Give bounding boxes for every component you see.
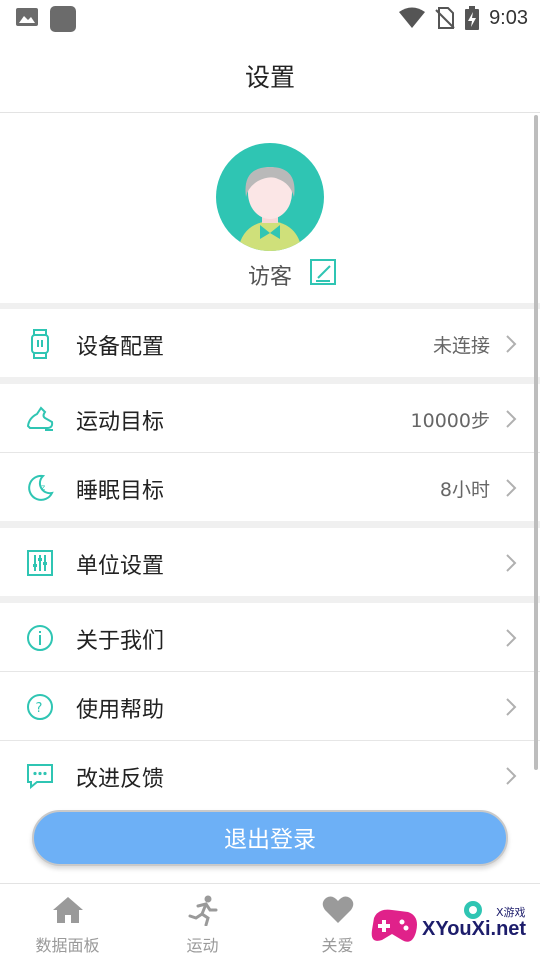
moon-icon: z (28, 474, 54, 501)
logout-button[interactable]: 退出登录 (32, 810, 508, 866)
tab-dashboard-label: 数据面板 (35, 936, 100, 955)
edit-icon[interactable] (310, 259, 336, 285)
equalizer-icon (27, 550, 53, 576)
app-notification-icon (50, 6, 76, 32)
section-gap (0, 377, 540, 384)
sport-goal-label: 运动目标 (76, 410, 165, 435)
chevron-right-icon (506, 629, 517, 647)
profile-section: 访客 (0, 113, 540, 303)
wifi-icon (399, 7, 426, 28)
sleep-goal-row[interactable]: z 睡眠目标 8小时 (0, 453, 540, 521)
no-sim-icon (435, 7, 455, 29)
chevron-right-icon (506, 335, 517, 353)
chevron-right-icon (506, 554, 517, 572)
heart-icon (322, 896, 353, 923)
username: 访客 (248, 265, 293, 290)
chevron-right-icon (506, 479, 517, 497)
watch-icon (31, 329, 49, 359)
unit-settings-row[interactable]: 单位设置 (0, 528, 540, 596)
scrollbar[interactable] (534, 115, 538, 770)
sleep-goal-label: 睡眠目标 (76, 479, 165, 504)
sport-goal-value: 10000步 (410, 410, 490, 432)
battery-charging-icon (465, 6, 480, 30)
page-title: 设置 (244, 63, 295, 92)
help-row[interactable]: ? 使用帮助 (0, 672, 540, 740)
device-config-label: 设备配置 (76, 335, 165, 360)
home-icon (52, 897, 83, 923)
svg-text:z: z (41, 483, 45, 492)
tab-dashboard[interactable]: 数据面板 (0, 884, 135, 961)
gamepad-logo-icon (371, 909, 417, 942)
watermark-text: XYouXi.net (422, 918, 527, 940)
chat-icon (27, 764, 53, 790)
watermark-logo: X游戏 XYouXi.net (368, 896, 538, 956)
chevron-right-icon (506, 767, 517, 785)
status-icons: 9:03 (399, 5, 528, 31)
section-gap (0, 596, 540, 603)
avatar-illustration-icon (238, 167, 302, 251)
shoe-icon (26, 406, 54, 431)
tab-sport[interactable]: 运动 (135, 884, 270, 961)
feedback-label: 改进反馈 (76, 767, 165, 792)
device-config-row[interactable]: 设备配置 未连接 (0, 309, 540, 377)
feedback-row[interactable]: 改进反馈 (0, 741, 540, 809)
unit-settings-label: 单位设置 (76, 554, 165, 579)
help-label: 使用帮助 (76, 698, 165, 723)
svg-text:?: ? (36, 701, 43, 716)
question-icon: ? (27, 694, 53, 720)
tab-sport-label: 运动 (186, 936, 219, 955)
sleep-goal-value: 8小时 (439, 479, 490, 501)
running-icon (188, 895, 217, 926)
about-us-row[interactable]: 关于我们 (0, 603, 540, 671)
image-notification-icon (16, 8, 38, 26)
avatar[interactable] (216, 143, 324, 251)
section-gap (0, 521, 540, 528)
chevron-right-icon (506, 698, 517, 716)
chevron-right-icon (506, 410, 517, 428)
page-header: 设置 (0, 36, 540, 113)
status-bar: 9:03 (0, 0, 540, 36)
about-us-label: 关于我们 (76, 629, 165, 654)
sport-goal-row[interactable]: 运动目标 10000步 (0, 384, 540, 452)
status-time: 9:03 (489, 6, 528, 29)
device-status: 未连接 (432, 335, 490, 357)
info-icon (27, 625, 53, 651)
